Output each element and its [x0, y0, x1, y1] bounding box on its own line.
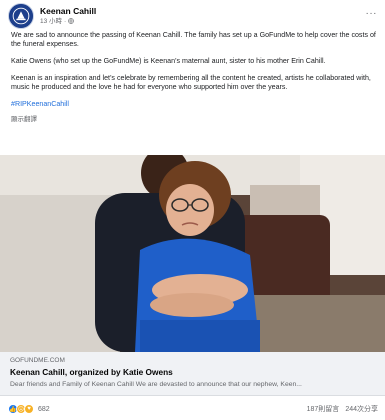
- see-translation-link[interactable]: 顯示翻譯: [11, 115, 376, 124]
- care-reaction-icon: ♥: [24, 404, 34, 414]
- hashtag-link[interactable]: #RIPKeenanCahill: [11, 100, 376, 109]
- reaction-count[interactable]: 682: [38, 406, 50, 413]
- avatar[interactable]: [8, 3, 34, 29]
- post-photo[interactable]: [0, 155, 385, 352]
- post-paragraph: We are sad to announce the passing of Ke…: [11, 31, 376, 49]
- post-time-row: 13 小時 ·: [40, 18, 96, 25]
- post-time[interactable]: 13 小時: [40, 18, 62, 25]
- page-logo-icon: [9, 4, 33, 28]
- post-paragraph: Katie Owens (who set up the GoFundMe) is…: [11, 56, 326, 65]
- separator-dot: ·: [64, 17, 67, 25]
- post-meta: Keenan Cahill 13 小時 ·: [40, 6, 96, 25]
- link-description: Dear friends and Family of Keenan Cahill…: [10, 381, 302, 388]
- shares-count[interactable]: 244次分享: [345, 404, 378, 414]
- post-paragraph: Keenan is an inspiration and let’s celeb…: [11, 73, 371, 91]
- reaction-icons[interactable]: 👍 ☹ ♥: [8, 404, 34, 414]
- author-name[interactable]: Keenan Cahill: [40, 6, 96, 16]
- link-domain: GOFUNDME.COM: [10, 357, 65, 364]
- engagement-stats: 187則留言 244次分享: [307, 404, 378, 414]
- post-header: Keenan Cahill 13 小時 ·: [8, 3, 96, 29]
- photo-image: [0, 155, 385, 352]
- more-options-icon[interactable]: ···: [366, 8, 378, 19]
- globe-icon: [68, 18, 75, 24]
- post-card: Keenan Cahill 13 小時 · ··· We are sad to …: [0, 0, 385, 420]
- post-body: We are sad to announce the passing of Ke…: [11, 31, 376, 125]
- link-title[interactable]: Keenan Cahill, organized by Katie Owens: [10, 367, 375, 377]
- comments-count[interactable]: 187則留言: [307, 404, 340, 414]
- link-preview[interactable]: GOFUNDME.COM Keenan Cahill, organized by…: [0, 352, 385, 396]
- reactions-bar: 👍 ☹ ♥ 682 187則留言 244次分享: [8, 402, 378, 416]
